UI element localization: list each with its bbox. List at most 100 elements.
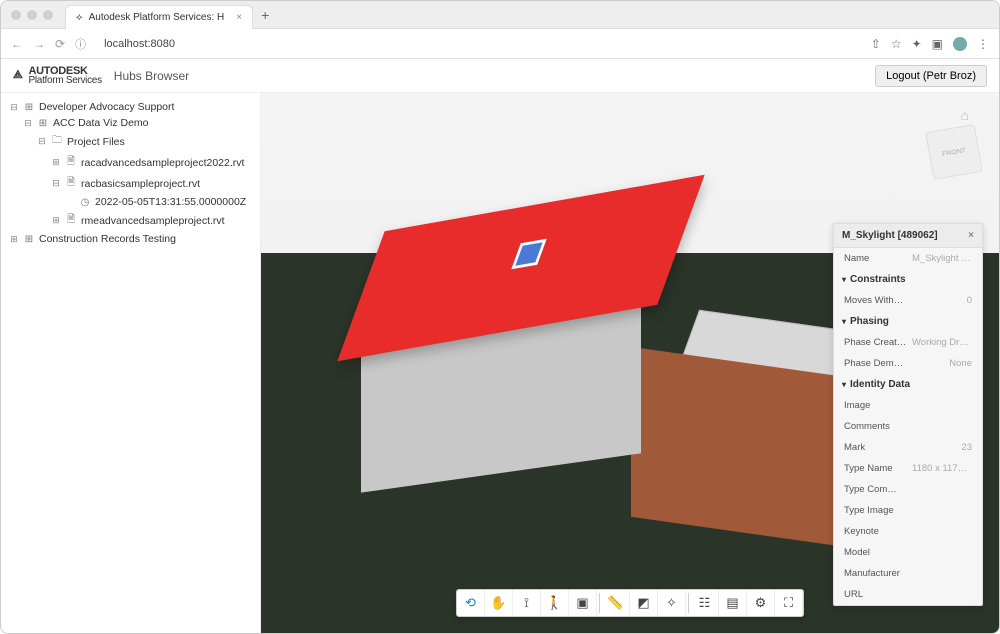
chevron-down-icon: ▾ — [842, 275, 846, 284]
property-label: Phase Creat… — [844, 337, 906, 348]
tree-icon: 🗎 — [65, 175, 77, 192]
tool-walk[interactable]: 🚶 — [541, 590, 569, 616]
tool-orbit[interactable]: ⟲ — [457, 590, 485, 616]
menu-icon[interactable]: ⋮ — [977, 37, 989, 51]
tree-node[interactable]: ⊞⊞Construction Records Testing — [5, 231, 256, 247]
box-icon[interactable]: ▣ — [932, 37, 943, 51]
property-label: Phase Dem… — [844, 358, 903, 369]
tool-pan[interactable]: ✋ — [485, 590, 513, 616]
close-dot[interactable] — [11, 10, 21, 20]
back-icon[interactable]: ← — [11, 37, 23, 51]
tool-section[interactable]: ◩ — [630, 590, 658, 616]
tree-icon: 🗎 — [65, 154, 77, 171]
logout-button[interactable]: Logout (Petr Broz) — [875, 65, 987, 87]
view-cube[interactable]: FRONT — [925, 124, 983, 180]
tool-camera[interactable]: ▣ — [569, 590, 597, 616]
property-row: Phase Creat… Working Drawings — [834, 332, 982, 353]
property-label: Keynote — [844, 526, 879, 537]
tree-node[interactable]: ⊟⊞ACC Data Viz Demo — [5, 115, 256, 131]
tool-explode[interactable]: ✧ — [658, 590, 686, 616]
tab-favicon: ⟡ — [76, 12, 83, 23]
tool-measure[interactable]: 📏 — [602, 590, 630, 616]
tree-label: Construction Records Testing — [39, 233, 176, 245]
property-label: Mark — [844, 442, 865, 453]
property-label: Type Name — [844, 463, 893, 474]
url-field[interactable]: localhost:8080 — [96, 38, 861, 50]
tree-icon: 🗎 — [65, 212, 77, 229]
tree-toggle[interactable]: ⊟ — [51, 178, 61, 189]
profile-avatar[interactable] — [953, 37, 967, 51]
new-tab-button[interactable]: + — [261, 7, 269, 23]
min-dot[interactable] — [27, 10, 37, 20]
building-model[interactable] — [321, 173, 741, 503]
property-value: 0 — [967, 295, 972, 306]
max-dot[interactable] — [43, 10, 53, 20]
panel-header[interactable]: M_Skylight [489062] × — [834, 224, 982, 248]
tree-label: racadvancedsampleproject2022.rvt — [81, 157, 244, 169]
tree-toggle[interactable]: ⊞ — [51, 215, 61, 226]
property-row: Moves With… 0 — [834, 290, 982, 311]
property-value: M_Skylight [489062] — [912, 253, 972, 264]
panel-section-header[interactable]: ▾Constraints — [834, 269, 982, 290]
forward-icon[interactable]: → — [33, 37, 45, 51]
property-label: Manufacturer — [844, 568, 900, 579]
panel-body: NameM_Skylight [489062]▾ConstraintsMoves… — [834, 248, 982, 605]
tree-icon: ⊞ — [37, 118, 49, 129]
share-icon[interactable]: ⇧ — [871, 37, 881, 51]
tree-node[interactable]: ⊞ 🗎 racadvancedsampleproject2022.rvt — [5, 152, 256, 173]
nav-buttons: ← → ⟳ — [11, 37, 65, 51]
chevron-down-icon: ▾ — [842, 317, 846, 326]
tree-icon: ◷ — [79, 197, 91, 208]
tool-fullscreen[interactable]: ⛶ — [775, 590, 803, 616]
tool-properties[interactable]: ▤ — [719, 590, 747, 616]
panel-section-header[interactable]: ▾Identity Data — [834, 374, 982, 395]
page-title: Hubs Browser — [114, 69, 189, 83]
tree-toggle[interactable]: ⊟ — [9, 102, 19, 113]
property-label: Type Com… — [844, 484, 897, 495]
property-value: Working Drawings — [912, 337, 972, 348]
browser-window: ⟡ Autodesk Platform Services: H × + ← → … — [0, 0, 1000, 634]
star-icon[interactable]: ☆ — [891, 37, 902, 51]
property-row: Name M_Skylight [489062] — [834, 248, 982, 269]
tree-toggle[interactable]: ⊞ — [9, 234, 19, 245]
property-row: Manufacturer — [834, 563, 982, 584]
property-label: Moves With… — [844, 295, 903, 306]
tree-label: Project Files — [67, 136, 125, 148]
property-row: Comments — [834, 416, 982, 437]
panel-section-header[interactable]: ▾Phasing — [834, 311, 982, 332]
close-tab-icon[interactable]: × — [236, 12, 242, 23]
property-label: Name — [844, 253, 869, 264]
tool-model-tree[interactable]: ☷ — [691, 590, 719, 616]
tree-node[interactable]: ◷ 2022-05-05T13:31:55.0000000Z — [5, 194, 256, 210]
brand-line2: Platform Services — [29, 75, 102, 86]
close-icon[interactable]: × — [968, 230, 974, 241]
browser-tab[interactable]: ⟡ Autodesk Platform Services: H × — [65, 5, 253, 29]
tree-label: racbasicsampleproject.rvt — [81, 178, 200, 190]
property-row: Model — [834, 542, 982, 563]
tree-toggle[interactable]: ⊞ — [51, 157, 61, 168]
window-controls[interactable] — [11, 10, 53, 20]
tree-node[interactable]: ⊟🗀Project Files — [5, 131, 256, 152]
reload-icon[interactable]: ⟳ — [55, 37, 65, 51]
site-info-icon[interactable]: ⓘ — [75, 36, 86, 52]
property-row: Image — [834, 395, 982, 416]
tree-node[interactable]: ⊞🗎rmeadvancedsampleproject.rvt — [5, 210, 256, 231]
property-value: 1180 x 1170mm — [912, 463, 972, 474]
puzzle-icon[interactable]: ✦ — [912, 37, 922, 51]
tool-anchor[interactable]: ⟟ — [513, 590, 541, 616]
tool-settings[interactable]: ⚙ — [747, 590, 775, 616]
viewer[interactable]: ⌂ FRONT M_Skylight [489062] × Name M_Skyl… — [261, 93, 999, 633]
viewer-toolbar: ⟲ ✋ ⟟ 🚶 ▣ 📏 ◩ ✧ ☷ ▤ ⚙ ⛶ — [456, 589, 804, 617]
property-row: Mark23 — [834, 437, 982, 458]
tree-icon: ⊞ — [23, 102, 35, 113]
tree-label: 2022-05-05T13:31:55.0000000Z — [95, 196, 246, 208]
tree-toggle[interactable]: ⊟ — [37, 136, 47, 147]
app-header: ⟁ AUTODESK Platform Services Hubs Browse… — [1, 59, 999, 93]
tree-toggle[interactable]: ⊟ — [23, 118, 33, 129]
brick-wing[interactable] — [631, 347, 861, 549]
tree-node[interactable]: ⊟⊞Developer Advocacy Support — [5, 99, 256, 115]
tree-node[interactable]: ⊟ 🗎 racbasicsampleproject.rvt — [5, 173, 256, 194]
content: ⊟⊞Developer Advocacy Support⊟⊞ACC Data V… — [1, 93, 999, 633]
home-view-icon[interactable]: ⌂ — [961, 107, 969, 123]
logo-icon: ⟁ — [13, 69, 23, 82]
